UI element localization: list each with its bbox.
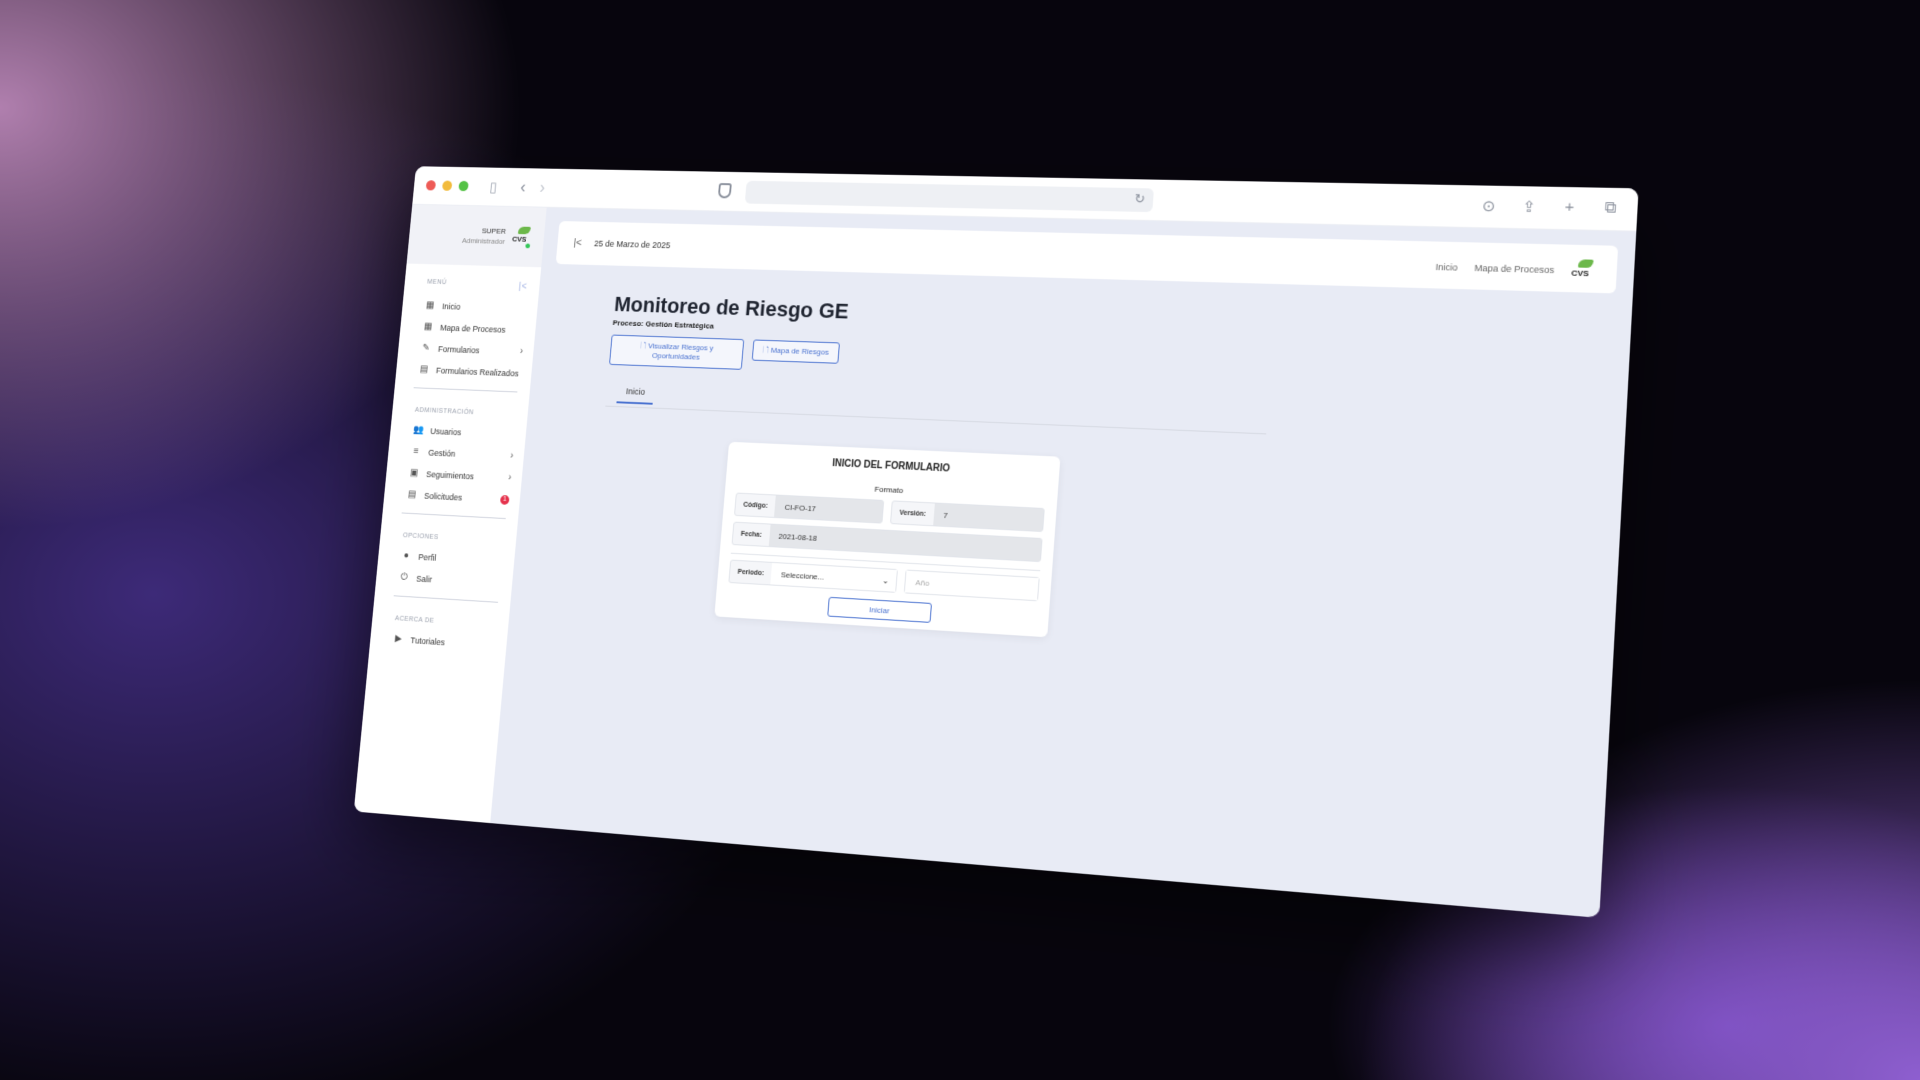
start-button[interactable]: Iniciar xyxy=(827,596,933,623)
chevron-down-icon: ⌄ xyxy=(881,575,890,585)
form-row-period: Periodo: Seleccione... ⌄ Año xyxy=(728,559,1040,602)
codigo-label: Código: xyxy=(743,501,769,510)
user-block: SUPER Administrador CVS xyxy=(406,204,547,268)
minimize-window-button[interactable] xyxy=(441,180,453,191)
logo-leaf-icon xyxy=(1578,259,1594,268)
video-library-icon: ▶ xyxy=(394,633,403,645)
sidebar-toggle-icon[interactable]: ▯ xyxy=(485,178,502,195)
section-menu: MENÚ |< xyxy=(404,264,542,299)
logo-text: CVS xyxy=(1570,268,1590,279)
user-info: SUPER Administrador xyxy=(462,225,507,246)
section-admin-label: ADMINISTRACIÓN xyxy=(414,406,475,417)
form-title: INICIO DEL FORMULARIO xyxy=(831,458,951,475)
sidebar-item-label: Usuarios xyxy=(429,425,462,437)
tab-inicio[interactable]: Inicio xyxy=(616,386,655,405)
topbar-logo: CVS xyxy=(1571,259,1596,282)
current-date: 25 de Marzo de 2025 xyxy=(593,238,671,251)
periodo-label: Periodo: xyxy=(737,568,765,577)
tab-overview-icon[interactable]: ⧉ xyxy=(1600,199,1620,218)
document-list-icon: ▤ xyxy=(407,489,417,501)
app-body: SUPER Administrador CVS MENÚ |< ▦ Inicio xyxy=(353,204,1637,918)
reload-icon[interactable]: ↻ xyxy=(1134,191,1146,207)
sidebar-item-label: Mapa de Procesos xyxy=(439,322,506,335)
clipboard-icon: ▣ xyxy=(409,467,419,479)
main-content: |< 25 de Marzo de 2025 Inicio Mapa de Pr… xyxy=(490,208,1636,918)
fecha-value: 2021-08-18 xyxy=(768,524,1042,562)
page-body: Monitoreo de Riesgo GE Proceso: Gestión … xyxy=(543,264,1616,449)
share-icon[interactable]: ⇪ xyxy=(1519,197,1539,217)
risk-map-button[interactable]: 🗋 Mapa de Riesgos xyxy=(751,339,840,364)
browser-nav: ‹ › xyxy=(520,177,546,197)
user-circle-icon: ● xyxy=(403,550,410,562)
logo-text: CVS xyxy=(511,234,527,244)
version-label: Versión: xyxy=(899,509,927,518)
fecha-label: Fecha: xyxy=(740,530,763,539)
browser-actions: ⊙ ⇪ + ⧉ xyxy=(1479,197,1621,218)
chevron-right-icon: › xyxy=(519,346,524,357)
sidebar-item-formularios-realizados[interactable]: ▤ Formularios Realizados xyxy=(395,358,532,385)
codigo-value: CI-FO-17 xyxy=(774,495,884,523)
logo-leaf-icon xyxy=(517,226,531,235)
view-risks-button[interactable]: 🗋 Visualizar Riesgos y Oportunidades xyxy=(609,334,745,370)
sidebar-item-label: Inicio xyxy=(441,301,461,312)
periodo-selected-value: Seleccione... xyxy=(780,569,825,582)
sidebar-item-label: Seguimientos xyxy=(425,468,475,481)
section-about-label: ACERCA DE xyxy=(394,615,435,625)
sidebar-item-label: Gestión xyxy=(427,447,456,459)
form-card: INICIO DEL FORMULARIO Formato Código: CI… xyxy=(714,441,1061,638)
back-arrow-icon[interactable]: ‹ xyxy=(520,177,527,197)
download-icon[interactable]: ⊙ xyxy=(1479,197,1499,216)
periodo-select[interactable]: Seleccione... ⌄ xyxy=(770,562,898,592)
anio-input[interactable]: Año xyxy=(905,570,1039,601)
chevron-right-icon: › xyxy=(507,472,512,484)
sidebar-item-label: Formularios xyxy=(437,343,480,355)
section-options-label: OPCIONES xyxy=(402,532,439,541)
forward-arrow-icon[interactable]: › xyxy=(539,178,546,198)
breadcrumb: Inicio Mapa de Procesos CVS xyxy=(1435,256,1596,283)
version-field: Versión: 7 xyxy=(889,500,1045,533)
sidebar-item-label: Tutoriales xyxy=(410,634,446,647)
address-bar[interactable]: ↻ xyxy=(744,180,1154,213)
section-menu-label: MENÚ xyxy=(426,278,448,286)
users-icon: 👥 xyxy=(412,424,425,436)
chevron-right-icon: › xyxy=(509,450,514,462)
version-value: 7 xyxy=(932,503,1044,532)
grid-icon: ▦ xyxy=(425,300,435,311)
risk-map-label: Mapa de Riesgos xyxy=(770,345,830,357)
sidebar-item-label: Formularios Realizados xyxy=(435,365,520,378)
view-risks-label: Visualizar Riesgos y Oportunidades xyxy=(647,341,714,362)
power-icon: ⏻ xyxy=(400,572,409,583)
window-controls xyxy=(425,180,469,192)
tab-bar: Inicio xyxy=(605,385,1268,435)
grid-icon: ▦ xyxy=(423,321,433,332)
new-tab-icon[interactable]: + xyxy=(1559,198,1579,217)
collapse-sidebar-icon[interactable]: |< xyxy=(518,282,527,293)
online-status-dot xyxy=(525,243,531,249)
privacy-shield-icon[interactable] xyxy=(717,183,732,199)
periodo-field: Periodo: Seleccione... ⌄ xyxy=(728,559,899,593)
sidebar-item-label: Solicitudes xyxy=(423,490,463,502)
company-logo: CVS xyxy=(511,226,532,249)
sidebar-item-label: Salir xyxy=(415,573,433,584)
pencil-icon: ✎ xyxy=(421,342,431,354)
breadcrumb-link-mapa-procesos[interactable]: Mapa de Procesos xyxy=(1474,263,1554,275)
anio-field[interactable]: Año xyxy=(904,569,1040,602)
user-role: Administrador xyxy=(461,236,506,246)
browser-window: ▯ ‹ › ↻ ⊙ ⇪ + ⧉ SUPER Administrador CVS … xyxy=(353,166,1639,918)
sidebar-item-label: Perfil xyxy=(417,551,437,563)
list-edit-icon: ≡ xyxy=(413,446,420,457)
codigo-field: Código: CI-FO-17 xyxy=(733,492,885,524)
stage: ▯ ‹ › ↻ ⊙ ⇪ + ⧉ SUPER Administrador CVS … xyxy=(0,0,1920,1080)
close-window-button[interactable] xyxy=(425,180,437,191)
notification-badge: 1 xyxy=(499,494,510,505)
maximize-window-button[interactable] xyxy=(458,180,469,192)
collapse-arrow-icon[interactable]: |< xyxy=(573,237,582,248)
table-icon: ▤ xyxy=(419,364,429,375)
breadcrumb-link-inicio[interactable]: Inicio xyxy=(1435,262,1458,273)
